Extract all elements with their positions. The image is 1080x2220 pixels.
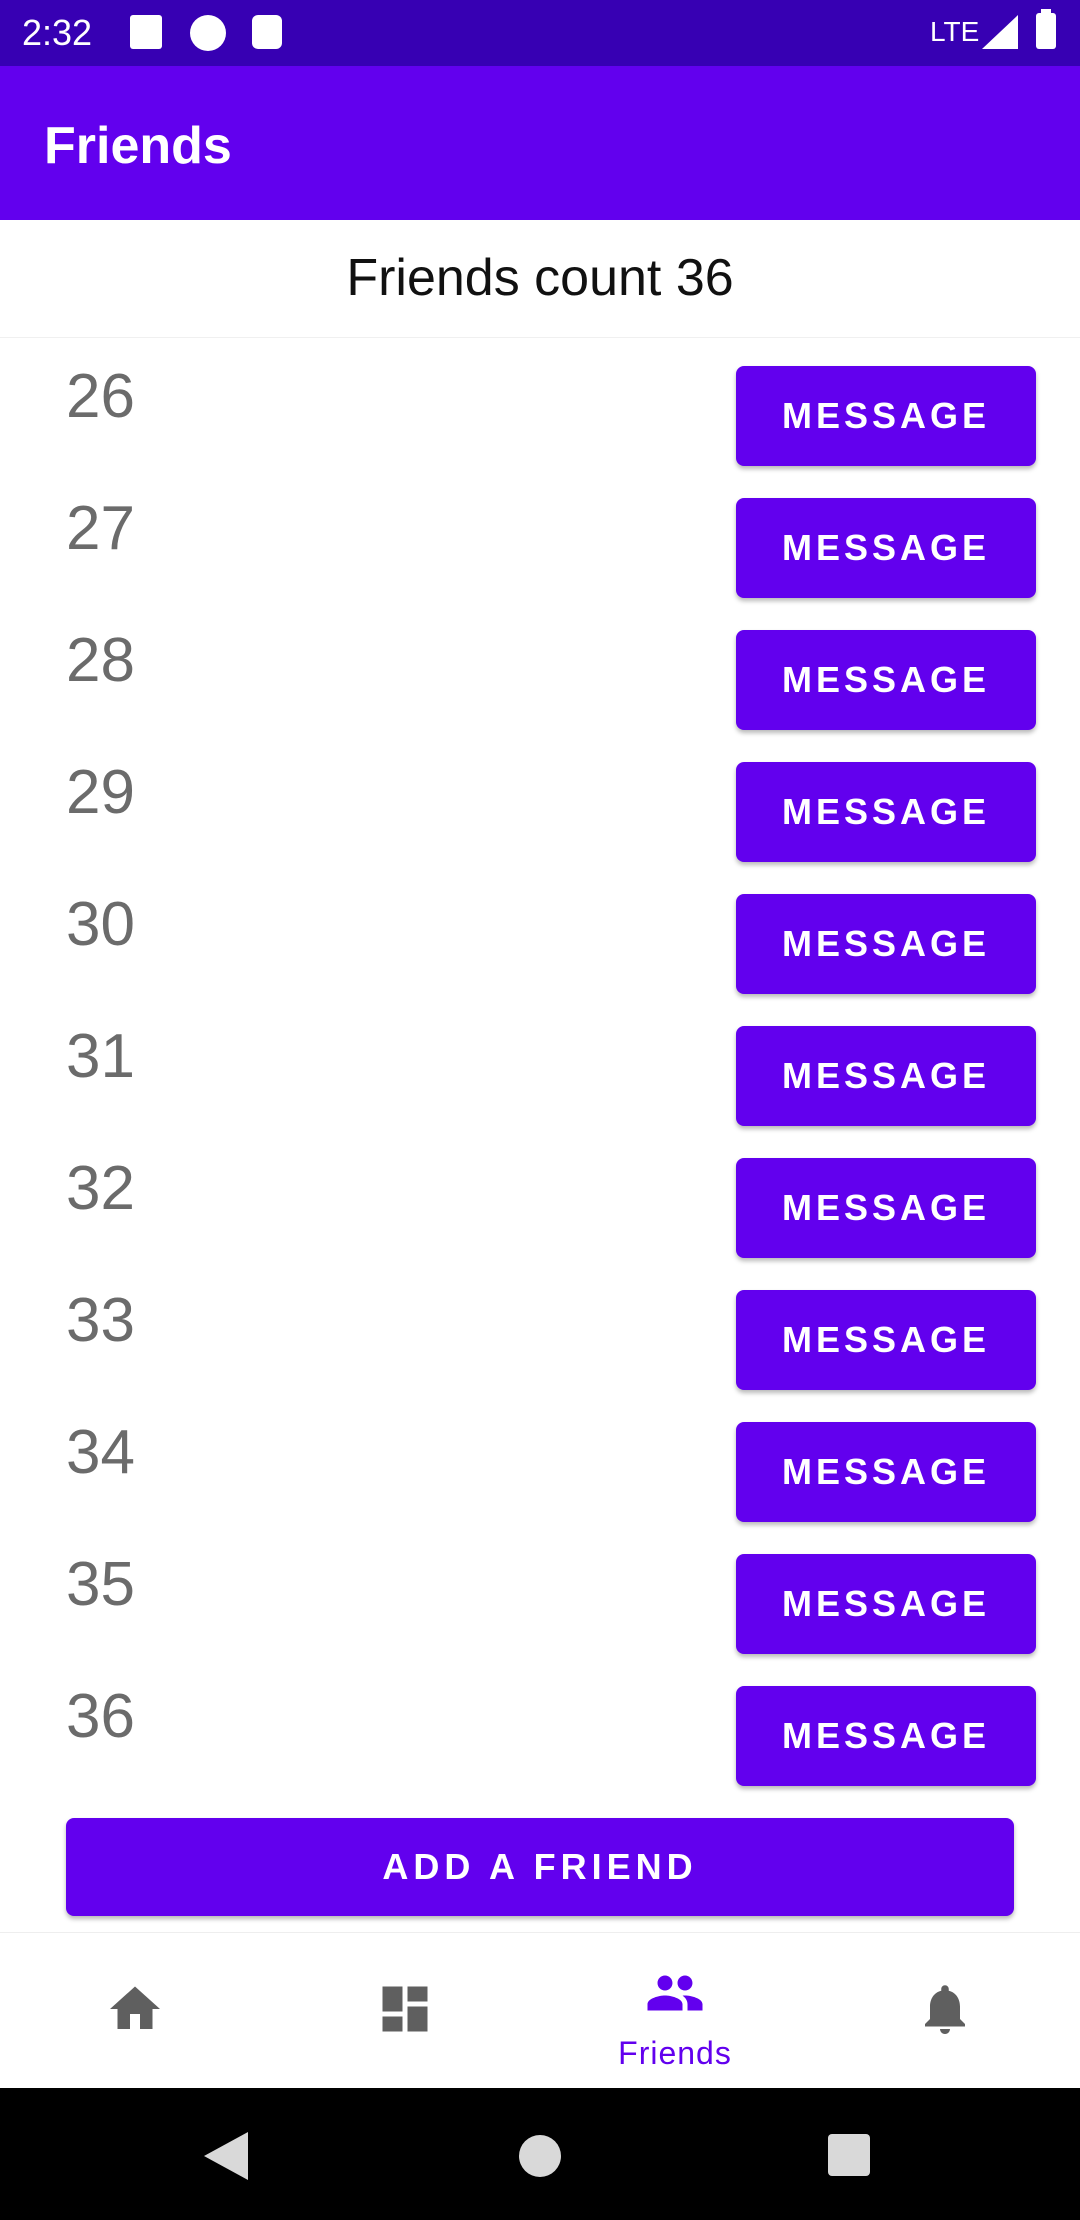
status-time: 2:32 (22, 12, 93, 53)
list-item: 28 MESSAGE (0, 616, 1080, 748)
sd-card-icon (252, 15, 282, 49)
message-button[interactable]: MESSAGE (736, 630, 1036, 730)
list-item: 31 MESSAGE (0, 1012, 1080, 1144)
nav-notifications[interactable] (810, 1933, 1080, 2089)
message-button[interactable]: MESSAGE (736, 894, 1036, 994)
bottom-navigation: Friends (0, 1932, 1080, 2089)
friend-label: 26 (66, 362, 135, 431)
list-item: 36 MESSAGE (0, 1672, 1080, 1804)
nav-friends-label: Friends (618, 2035, 732, 2071)
signal-icon (982, 15, 1018, 49)
friends-count: Friends count 36 (346, 249, 734, 307)
nav-friends[interactable]: Friends (540, 1933, 810, 2089)
circle-app-icon (190, 15, 226, 51)
recents-icon[interactable] (828, 2134, 870, 2176)
friends-list[interactable]: 26 MESSAGE 27 MESSAGE 28 MESSAGE 29 MESS… (0, 352, 1080, 1804)
system-navigation-bar (0, 2088, 1080, 2220)
status-bar: 2:32 LTE (0, 0, 1080, 66)
friend-label: 31 (66, 1022, 135, 1091)
list-item: 29 MESSAGE (0, 748, 1080, 880)
friend-label: 36 (66, 1682, 135, 1751)
message-button[interactable]: MESSAGE (736, 366, 1036, 466)
people-icon (647, 1975, 703, 2011)
list-item: 35 MESSAGE (0, 1540, 1080, 1672)
message-button[interactable]: MESSAGE (736, 1422, 1036, 1522)
friend-label: 28 (66, 626, 135, 695)
list-item: 26 MESSAGE (0, 352, 1080, 484)
friend-label: 33 (66, 1286, 135, 1355)
message-button[interactable]: MESSAGE (736, 1290, 1036, 1390)
message-button[interactable]: MESSAGE (736, 1158, 1036, 1258)
friend-label: 30 (66, 890, 135, 959)
page-title: Friends (44, 117, 232, 175)
nav-dashboard[interactable] (270, 1933, 540, 2089)
network-type: LTE (930, 16, 980, 47)
keyboard-a-icon (130, 15, 162, 49)
back-icon[interactable] (204, 2132, 248, 2180)
battery-icon (1036, 9, 1056, 49)
list-item: 34 MESSAGE (0, 1408, 1080, 1540)
bell-icon (925, 1985, 965, 2034)
nav-home[interactable] (0, 1933, 270, 2089)
message-button[interactable]: MESSAGE (736, 498, 1036, 598)
message-button[interactable]: MESSAGE (736, 1554, 1036, 1654)
divider (0, 337, 1080, 338)
home-button-icon[interactable] (518, 2134, 562, 2178)
list-item: 33 MESSAGE (0, 1276, 1080, 1408)
list-item: 30 MESSAGE (0, 880, 1080, 1012)
message-button[interactable]: MESSAGE (736, 762, 1036, 862)
friend-label: 35 (66, 1550, 135, 1619)
dashboard-icon (382, 1986, 428, 2032)
friend-label: 27 (66, 494, 135, 563)
friend-label: 32 (66, 1154, 135, 1223)
friend-label: 29 (66, 758, 135, 827)
app-bar: Friends (0, 66, 1080, 220)
message-button[interactable]: MESSAGE (736, 1686, 1036, 1786)
add-friend-button[interactable]: ADD A FRIEND (66, 1818, 1014, 1916)
message-button[interactable]: MESSAGE (736, 1026, 1036, 1126)
list-item: 27 MESSAGE (0, 484, 1080, 616)
home-icon (110, 1986, 160, 2029)
list-item: 32 MESSAGE (0, 1144, 1080, 1276)
friend-label: 34 (66, 1418, 135, 1487)
